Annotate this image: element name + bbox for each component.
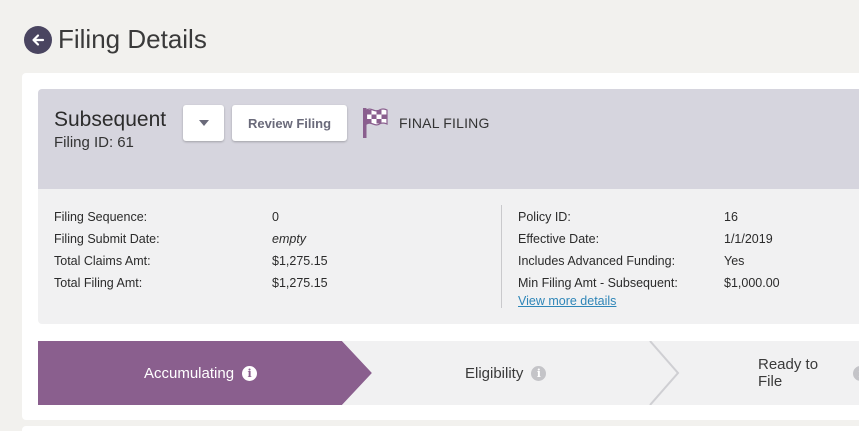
detail-row-submit-date: Filing Submit Date: empty <box>54 228 328 250</box>
next-card <box>22 426 859 431</box>
info-icon[interactable]: i <box>242 365 258 381</box>
detail-value: 1/1/2019 <box>724 232 773 246</box>
detail-label: Policy ID: <box>518 210 571 224</box>
detail-value: Yes <box>724 254 745 268</box>
filing-actions-dropdown-button[interactable] <box>183 105 224 141</box>
filing-type: Subsequent <box>54 108 167 131</box>
detail-row-total-claims: Total Claims Amt: $1,275.15 <box>54 250 328 272</box>
back-button[interactable] <box>24 25 52 54</box>
final-filing-indicator: FINAL FILING <box>361 107 490 139</box>
detail-row-min-filing-amt: Min Filing Amt - Subsequent: $1,000.00 <box>518 272 780 294</box>
detail-label: Effective Date: <box>518 232 600 246</box>
detail-row-advanced-funding: Includes Advanced Funding: Yes <box>518 250 780 272</box>
step-eligibility[interactable]: Eligibility i <box>465 341 547 405</box>
page-title: Filing Details <box>58 24 207 54</box>
page-header: Filing Details <box>24 24 207 55</box>
filing-id: Filing ID: 61 <box>54 134 134 151</box>
detail-label: Filing Sequence: <box>54 210 148 224</box>
details-left-column: Filing Sequence: 0 Filing Submit Date: e… <box>54 206 328 294</box>
detail-row-total-filing: Total Filing Amt: $1,275.15 <box>54 272 328 294</box>
detail-label: Filing Submit Date: <box>54 232 160 246</box>
filing-card: Subsequent Filing ID: 61 Review Filing FI… <box>22 73 859 420</box>
info-icon[interactable]: i <box>853 365 859 381</box>
filing-details-panel: Filing Sequence: 0 Filing Submit Date: e… <box>38 189 859 324</box>
details-divider <box>501 205 502 308</box>
detail-value: $1,000.00 <box>724 276 780 290</box>
details-right-column: Policy ID: 16 Effective Date: 1/1/2019 I… <box>518 206 780 294</box>
step-label: Eligibility <box>465 364 524 382</box>
filing-id-label: Filing ID: <box>54 134 114 151</box>
detail-value: 0 <box>272 210 279 224</box>
detail-row-policy-id: Policy ID: 16 <box>518 206 780 228</box>
step-accumulating[interactable]: Accumulating i <box>144 341 258 405</box>
caret-down-icon <box>198 120 209 126</box>
filing-header: Subsequent Filing ID: 61 Review Filing FI… <box>38 89 859 189</box>
final-filing-label: FINAL FILING <box>399 115 490 131</box>
arrow-left-icon <box>32 33 45 46</box>
review-filing-button[interactable]: Review Filing <box>232 105 347 141</box>
info-icon[interactable]: i <box>531 365 547 381</box>
filing-id-value: 61 <box>117 134 134 151</box>
view-more-details-link[interactable]: View more details <box>518 294 616 308</box>
detail-value: empty <box>272 232 307 246</box>
detail-label: Total Claims Amt: <box>54 254 151 268</box>
checkered-flag-icon <box>363 108 388 138</box>
step-ready-to-file[interactable]: Ready to File i <box>758 341 859 405</box>
detail-label: Total Filing Amt: <box>54 276 143 290</box>
detail-row-filing-sequence: Filing Sequence: 0 <box>54 206 328 228</box>
detail-label: Min Filing Amt - Subsequent: <box>518 276 678 290</box>
detail-label: Includes Advanced Funding: <box>518 254 676 268</box>
detail-value: $1,275.15 <box>272 276 328 290</box>
step-label: Accumulating <box>144 364 235 382</box>
filing-status-stepper: Accumulating i Eligibility i Ready to Fi… <box>38 341 859 405</box>
step-label: Ready to File <box>758 356 819 390</box>
detail-value: 16 <box>724 210 738 224</box>
detail-value: $1,275.15 <box>272 254 328 268</box>
detail-row-effective-date: Effective Date: 1/1/2019 <box>518 228 780 250</box>
